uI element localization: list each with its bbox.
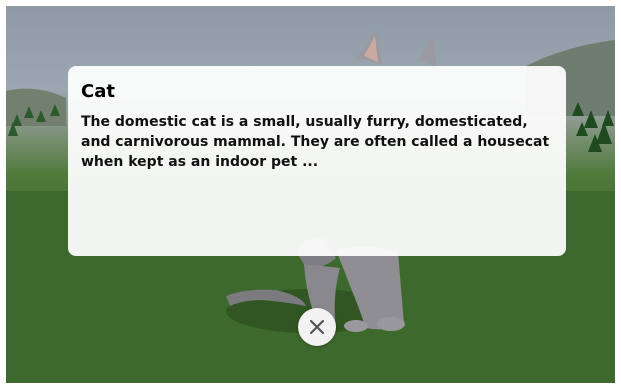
close-button[interactable] — [298, 308, 336, 346]
card-title: Cat — [81, 81, 115, 102]
close-icon — [309, 319, 325, 335]
3d-viewport[interactable]: Cat The domestic cat is a small, usually… — [6, 6, 615, 383]
card-description: The domestic cat is a small, usually fur… — [81, 114, 550, 170]
info-card: Cat The domestic cat is a small, usually… — [68, 66, 566, 256]
